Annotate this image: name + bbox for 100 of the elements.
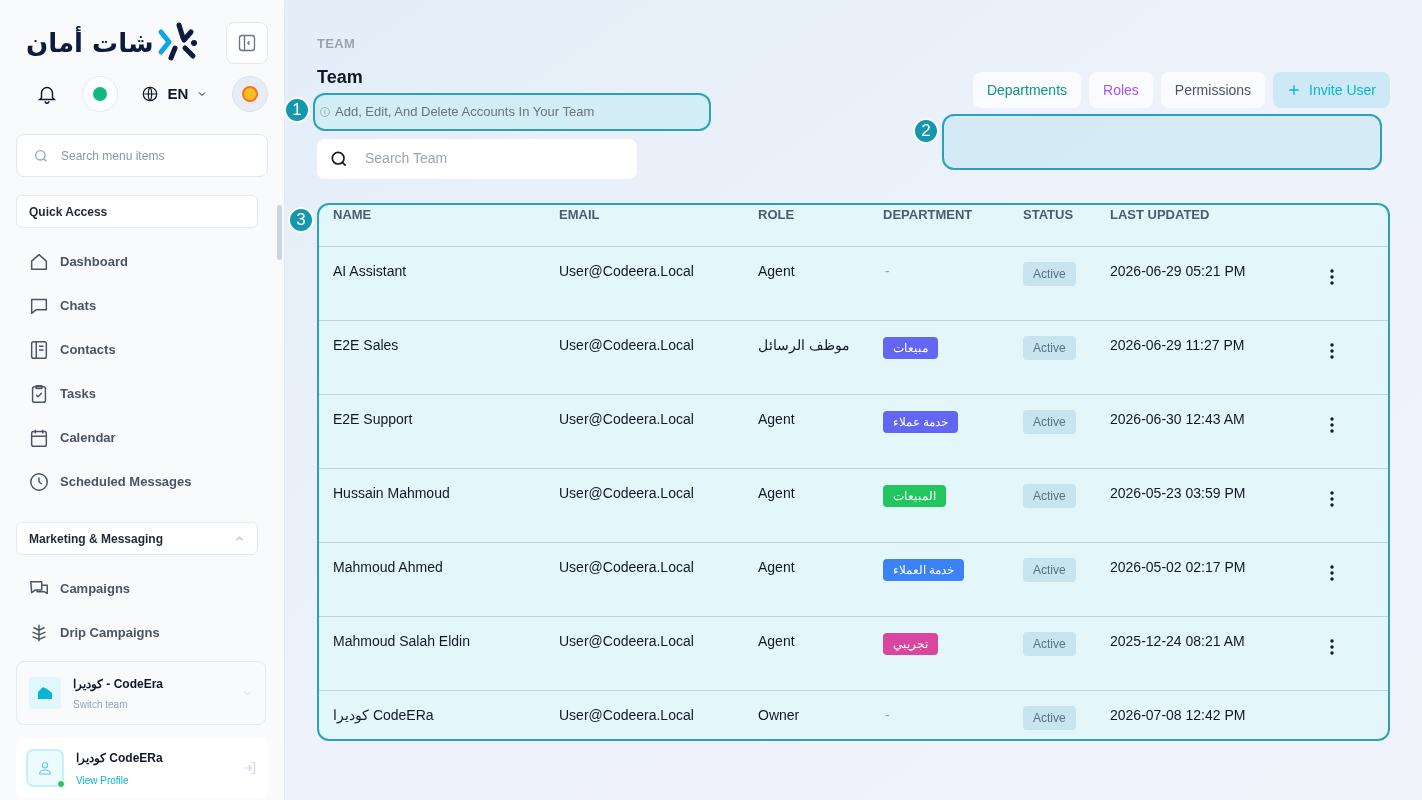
page-subtitle: Add, Edit, And Delete Accounts In Your Team [335, 102, 595, 121]
status-tag: Active [1023, 409, 1076, 434]
more-icon [1330, 342, 1334, 359]
theme-toggle[interactable] [232, 76, 268, 112]
logo-icon [157, 22, 200, 64]
search-icon [33, 147, 49, 164]
tab-button[interactable]: Departments [972, 72, 1082, 108]
table-cell-text: User@Codeera.Local [559, 335, 695, 355]
table-cell-text: Mahmoud Salah Eldin [333, 631, 471, 651]
menu-item[interactable]: Drip Campaigns [16, 611, 268, 655]
team-subtitle: Switch team [73, 697, 129, 712]
table-cell-text: كوديرا CodeERa [333, 705, 435, 726]
table-cell-text: Agent [758, 409, 796, 429]
column-header: EMAIL [559, 205, 601, 224]
status-tag: Active [1023, 335, 1076, 360]
table-cell-text: Hussain Mahmoud [333, 483, 451, 503]
column-header: NAME [333, 205, 373, 224]
user-name: كوديرا CodeERa [76, 749, 164, 767]
table-cell-text: User@Codeera.Local [559, 261, 695, 281]
globe-icon [141, 85, 160, 103]
table-cell-text: 2025-12-24 08:21 AM [1110, 631, 1246, 651]
search-bar[interactable]: Search Team [317, 138, 637, 179]
section-header[interactable]: Marketing & Messaging [16, 522, 258, 555]
table-cell-text: User@Codeera.Local [559, 409, 695, 429]
home-icon [28, 251, 50, 273]
step-number: 3 [288, 206, 314, 233]
table-cell-text: Agent [758, 261, 796, 281]
table-cell-text: 2026-05-23 03:59 PM [1110, 483, 1247, 503]
more-icon [1330, 416, 1334, 433]
search-bar[interactable]: Search menu items [16, 134, 268, 177]
table-cell-text: E2E Sales [333, 335, 400, 355]
column-header: STATUS [1023, 205, 1075, 224]
column-header: ROLE [758, 205, 796, 224]
table-cell-text: Agent [758, 631, 796, 651]
menu-item[interactable]: Contacts [16, 328, 268, 372]
menu-item[interactable]: Scheduled Messages [16, 460, 268, 504]
table-cell-text: User@Codeera.Local [559, 483, 695, 503]
table-cell-text: 2026-06-29 05:21 PM [1110, 261, 1247, 281]
table-cell-text: Agent [758, 483, 796, 503]
sidebar-toggle-icon [237, 33, 257, 53]
department-tag: خدمة العملاء [883, 558, 965, 581]
menu-item[interactable]: Calendar [16, 416, 268, 460]
table-cell-text: 2026-05-02 02:17 PM [1110, 557, 1247, 577]
more-actions-button[interactable] [1330, 638, 1334, 655]
table-cell-text: User@Codeera.Local [559, 557, 695, 577]
department-tag: مبيعات [883, 336, 938, 359]
status-button[interactable] [81, 76, 118, 112]
table-cell-text: 2026-06-30 12:43 AM [1110, 409, 1246, 429]
clock-icon [28, 471, 50, 493]
status-tag: Active [1023, 631, 1076, 656]
page-title: Team [317, 65, 364, 89]
calendar-icon [28, 427, 50, 449]
table-cell-text: موظف الرسائل [758, 335, 851, 356]
logout-icon [242, 760, 258, 776]
search-input[interactable]: Search Team [365, 148, 625, 169]
tab-button[interactable]: Permissions [1160, 72, 1266, 108]
more-actions-button[interactable] [1330, 416, 1334, 433]
status-tag: Active [1023, 557, 1076, 582]
table-cell-text: Mahmoud Ahmed [333, 557, 444, 577]
info-icon [319, 105, 331, 118]
more-actions-button[interactable] [1330, 564, 1334, 581]
scrollbar-thumb[interactable] [277, 205, 282, 260]
logo-text: شات أمان [26, 25, 154, 60]
table-cell-text: E2E Support [333, 409, 414, 429]
department-tag: تجريبي [883, 632, 938, 655]
building-icon [38, 687, 52, 699]
department-tag: المبيعات [883, 484, 946, 507]
table-cell-text: User@Codeera.Local [559, 705, 695, 725]
team-name: كوديرا - CodeEra [73, 675, 164, 693]
menu-item[interactable]: Tasks [16, 372, 268, 416]
menu-item[interactable]: Chats [16, 284, 268, 328]
status-tag: Active [1023, 483, 1076, 508]
section-title: Marketing & Messaging [29, 530, 164, 548]
tab-button[interactable]: Roles [1089, 72, 1153, 108]
more-icon [1330, 268, 1334, 285]
table-cell-text: 2026-07-08 12:42 PM [1110, 705, 1247, 725]
more-actions-button[interactable] [1330, 268, 1334, 285]
breadcrumb: TEAM [317, 35, 357, 53]
more-icon [1330, 490, 1334, 507]
sun-icon [240, 84, 260, 104]
more-icon [1330, 638, 1334, 655]
collapse-sidebar-button[interactable] [226, 22, 268, 64]
language-selector[interactable]: EN [141, 82, 209, 106]
search-input[interactable]: Search menu items [61, 146, 251, 165]
plus-icon [1287, 83, 1302, 97]
status-tag: Active [1023, 705, 1076, 730]
menu-item[interactable]: Dashboard [16, 240, 268, 284]
column-header: LAST UPDATED [1110, 205, 1211, 224]
more-icon [1330, 564, 1334, 581]
table-cell-text: AI Assistant [333, 261, 408, 281]
more-actions-button[interactable] [1330, 342, 1334, 359]
department-tag: خدمة عملاء [883, 410, 959, 433]
table-cell-text: User@Codeera.Local [559, 631, 695, 651]
contacts-icon [28, 339, 50, 361]
section-title: Quick Access [29, 203, 108, 221]
more-actions-button[interactable] [1330, 490, 1334, 507]
step-number: 1 [284, 96, 310, 123]
menu-item[interactable]: Campaigns [16, 567, 268, 611]
status-tag: Active [1023, 261, 1076, 286]
table-cell-text: Owner [758, 705, 801, 725]
